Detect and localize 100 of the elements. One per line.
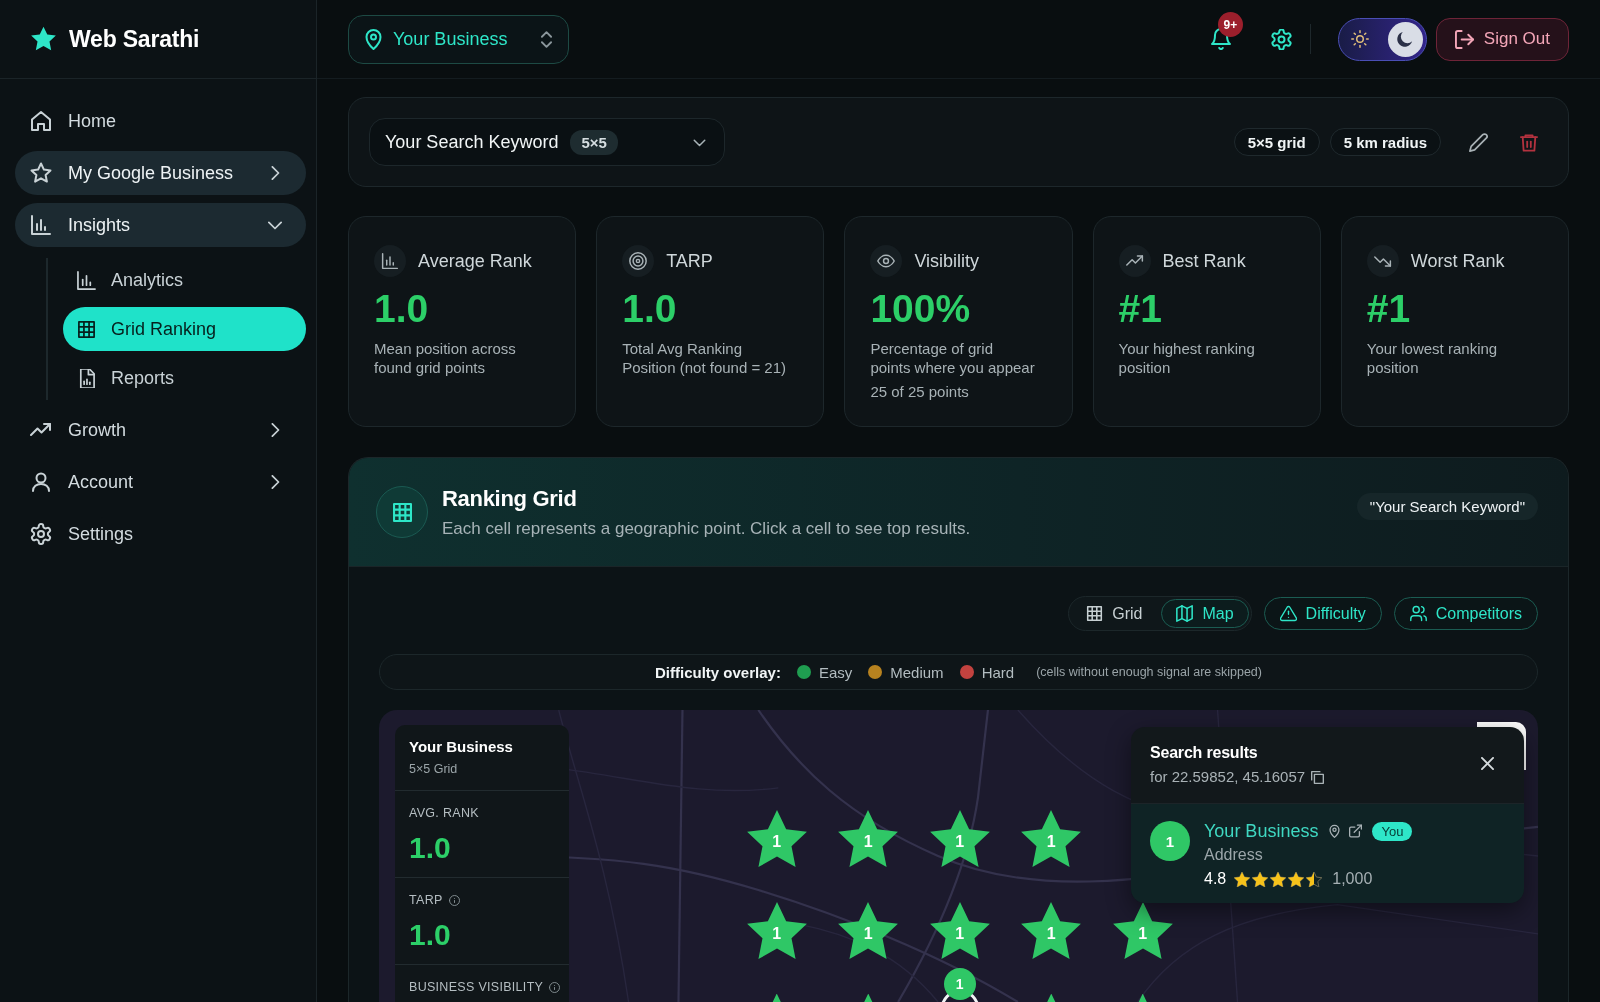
delete-icon[interactable] bbox=[1520, 132, 1538, 152]
theme-toggle[interactable] bbox=[1337, 17, 1427, 61]
stat-value: 1.0 bbox=[409, 830, 452, 866]
settings-icon bbox=[30, 523, 52, 545]
metric-value: 1.0 bbox=[622, 287, 678, 331]
star-icon bbox=[838, 901, 899, 959]
notification-badge: 9+ bbox=[1217, 12, 1243, 37]
grid-icon bbox=[77, 319, 96, 339]
metric-title: Best Rank bbox=[1162, 250, 1246, 272]
star-icon bbox=[746, 809, 807, 867]
eye-icon bbox=[870, 245, 903, 277]
info-icon[interactable] bbox=[448, 894, 460, 906]
stat-value: 1.0 bbox=[409, 917, 452, 953]
sidebar-subitem[interactable]: Analytics bbox=[63, 258, 306, 302]
coordinates-text: for 22.59852, 45.16057 bbox=[1150, 767, 1306, 787]
sidebar-subitem[interactable]: Grid Ranking bbox=[63, 307, 306, 351]
target-icon bbox=[622, 245, 655, 277]
sidebar-item[interactable]: Account bbox=[15, 460, 306, 504]
setting-chip: 5×5 grid bbox=[1233, 128, 1320, 156]
sidebar-item[interactable]: Insights bbox=[15, 203, 306, 247]
star-icon bbox=[1288, 871, 1305, 887]
metric-description: Your highest ranking position bbox=[1118, 339, 1256, 377]
star-icon bbox=[929, 901, 990, 959]
users-icon bbox=[1409, 605, 1427, 622]
metric-description: Your lowest ranking position bbox=[1366, 339, 1499, 377]
home-icon bbox=[30, 110, 52, 132]
external-link-icon[interactable] bbox=[1349, 824, 1363, 838]
app-name: Web Sarathi bbox=[69, 25, 200, 53]
toggle-knob[interactable] bbox=[1387, 21, 1423, 57]
edit-icon[interactable] bbox=[1469, 132, 1488, 152]
metric-title: Worst Rank bbox=[1410, 250, 1505, 272]
metric-value: #1 bbox=[1366, 287, 1412, 331]
rating-score: 4.8 bbox=[1204, 870, 1227, 888]
sign-out-icon bbox=[1454, 29, 1474, 49]
bar-chart-icon bbox=[77, 270, 96, 290]
settings-icon[interactable] bbox=[1270, 28, 1292, 50]
star-icon bbox=[1021, 809, 1082, 867]
metric-title: Average Rank bbox=[418, 250, 532, 272]
business-name-link[interactable]: Your Business bbox=[1204, 820, 1319, 842]
panel-title: Ranking Grid bbox=[442, 485, 578, 512]
moon-icon bbox=[1397, 31, 1414, 47]
star-icon bbox=[1234, 871, 1251, 887]
legend-item: Easy bbox=[818, 663, 853, 681]
trend-down-icon bbox=[1366, 245, 1399, 277]
location-pin-icon bbox=[365, 28, 382, 50]
metric-value: 1.0 bbox=[374, 287, 430, 331]
bar-chart-icon bbox=[374, 245, 406, 277]
sidebar-subitem[interactable]: Reports bbox=[63, 356, 306, 400]
rank-badge: 1 bbox=[1150, 821, 1190, 861]
keyword-dropdown[interactable]: Your Search Keyword 5×5 bbox=[369, 118, 725, 166]
user-icon bbox=[30, 471, 52, 493]
legend-label: Difficulty overlay: bbox=[655, 663, 781, 681]
metric-value: #1 bbox=[1118, 287, 1163, 331]
legend-item: Hard bbox=[981, 663, 1015, 681]
business-name: Your Business bbox=[409, 737, 514, 757]
sidebar-item[interactable]: Home bbox=[15, 99, 306, 143]
star-icon bbox=[1252, 871, 1269, 887]
close-icon[interactable] bbox=[1481, 757, 1494, 770]
review-count: 1,000 bbox=[1332, 870, 1373, 888]
legend-note: (cells without enough signal are skipped) bbox=[1036, 665, 1262, 679]
stat-label: AVG. RANK bbox=[409, 805, 479, 821]
grid-size-badge: 5×5 bbox=[570, 129, 618, 155]
sidebar-item[interactable]: My Google Business bbox=[15, 151, 306, 195]
metric-value: 100% bbox=[870, 287, 972, 331]
star-icon bbox=[1021, 901, 1082, 959]
view-tab[interactable]: Grid bbox=[1071, 599, 1158, 628]
star-icon bbox=[1270, 871, 1287, 887]
map-icon bbox=[1176, 605, 1194, 622]
star-icon bbox=[1306, 871, 1323, 887]
star-icon bbox=[838, 809, 899, 867]
star-logo-icon bbox=[30, 26, 57, 52]
location-pin-icon[interactable] bbox=[1328, 824, 1342, 838]
competitors-button[interactable]: Competitors bbox=[1393, 597, 1538, 630]
stat-label: TARP bbox=[409, 892, 443, 908]
info-icon[interactable] bbox=[549, 981, 561, 993]
up-down-chevron-icon bbox=[541, 30, 552, 48]
business-selector[interactable]: Your Business bbox=[348, 14, 569, 64]
search-result-item[interactable]: 1 Your Business You Address 4.8 1,000 bbox=[1131, 804, 1524, 903]
warning-icon bbox=[1279, 605, 1297, 622]
metric-title: Visibility bbox=[914, 250, 980, 272]
grid-icon bbox=[376, 486, 428, 538]
sidebar-item[interactable]: Settings bbox=[15, 512, 306, 556]
bell-icon[interactable] bbox=[1210, 28, 1231, 50]
grid-icon bbox=[1086, 605, 1104, 622]
popup-title: Search results bbox=[1150, 743, 1259, 763]
view-tab[interactable]: Map bbox=[1161, 599, 1249, 628]
sun-icon bbox=[1350, 30, 1369, 48]
metric-description: Total Avg Ranking Position (not found = 21) bbox=[622, 339, 788, 377]
star-icon bbox=[30, 162, 52, 184]
trend-up-icon bbox=[1118, 245, 1151, 277]
copy-icon[interactable] bbox=[1311, 770, 1325, 784]
setting-chip: 5 km radius bbox=[1329, 128, 1441, 156]
panel-subtitle: Each cell represents a geographic point. Click a cell to see top results. bbox=[442, 518, 971, 539]
you-badge: You bbox=[1372, 821, 1413, 841]
bar-chart-icon bbox=[30, 214, 52, 236]
stat-label: BUSINESS VISIBILITY bbox=[409, 979, 544, 995]
difficulty-button[interactable]: Difficulty bbox=[1263, 597, 1382, 630]
star-icon bbox=[929, 809, 990, 867]
sign-out-button[interactable]: Sign Out bbox=[1435, 17, 1569, 61]
sidebar-item[interactable]: Growth bbox=[15, 408, 306, 452]
